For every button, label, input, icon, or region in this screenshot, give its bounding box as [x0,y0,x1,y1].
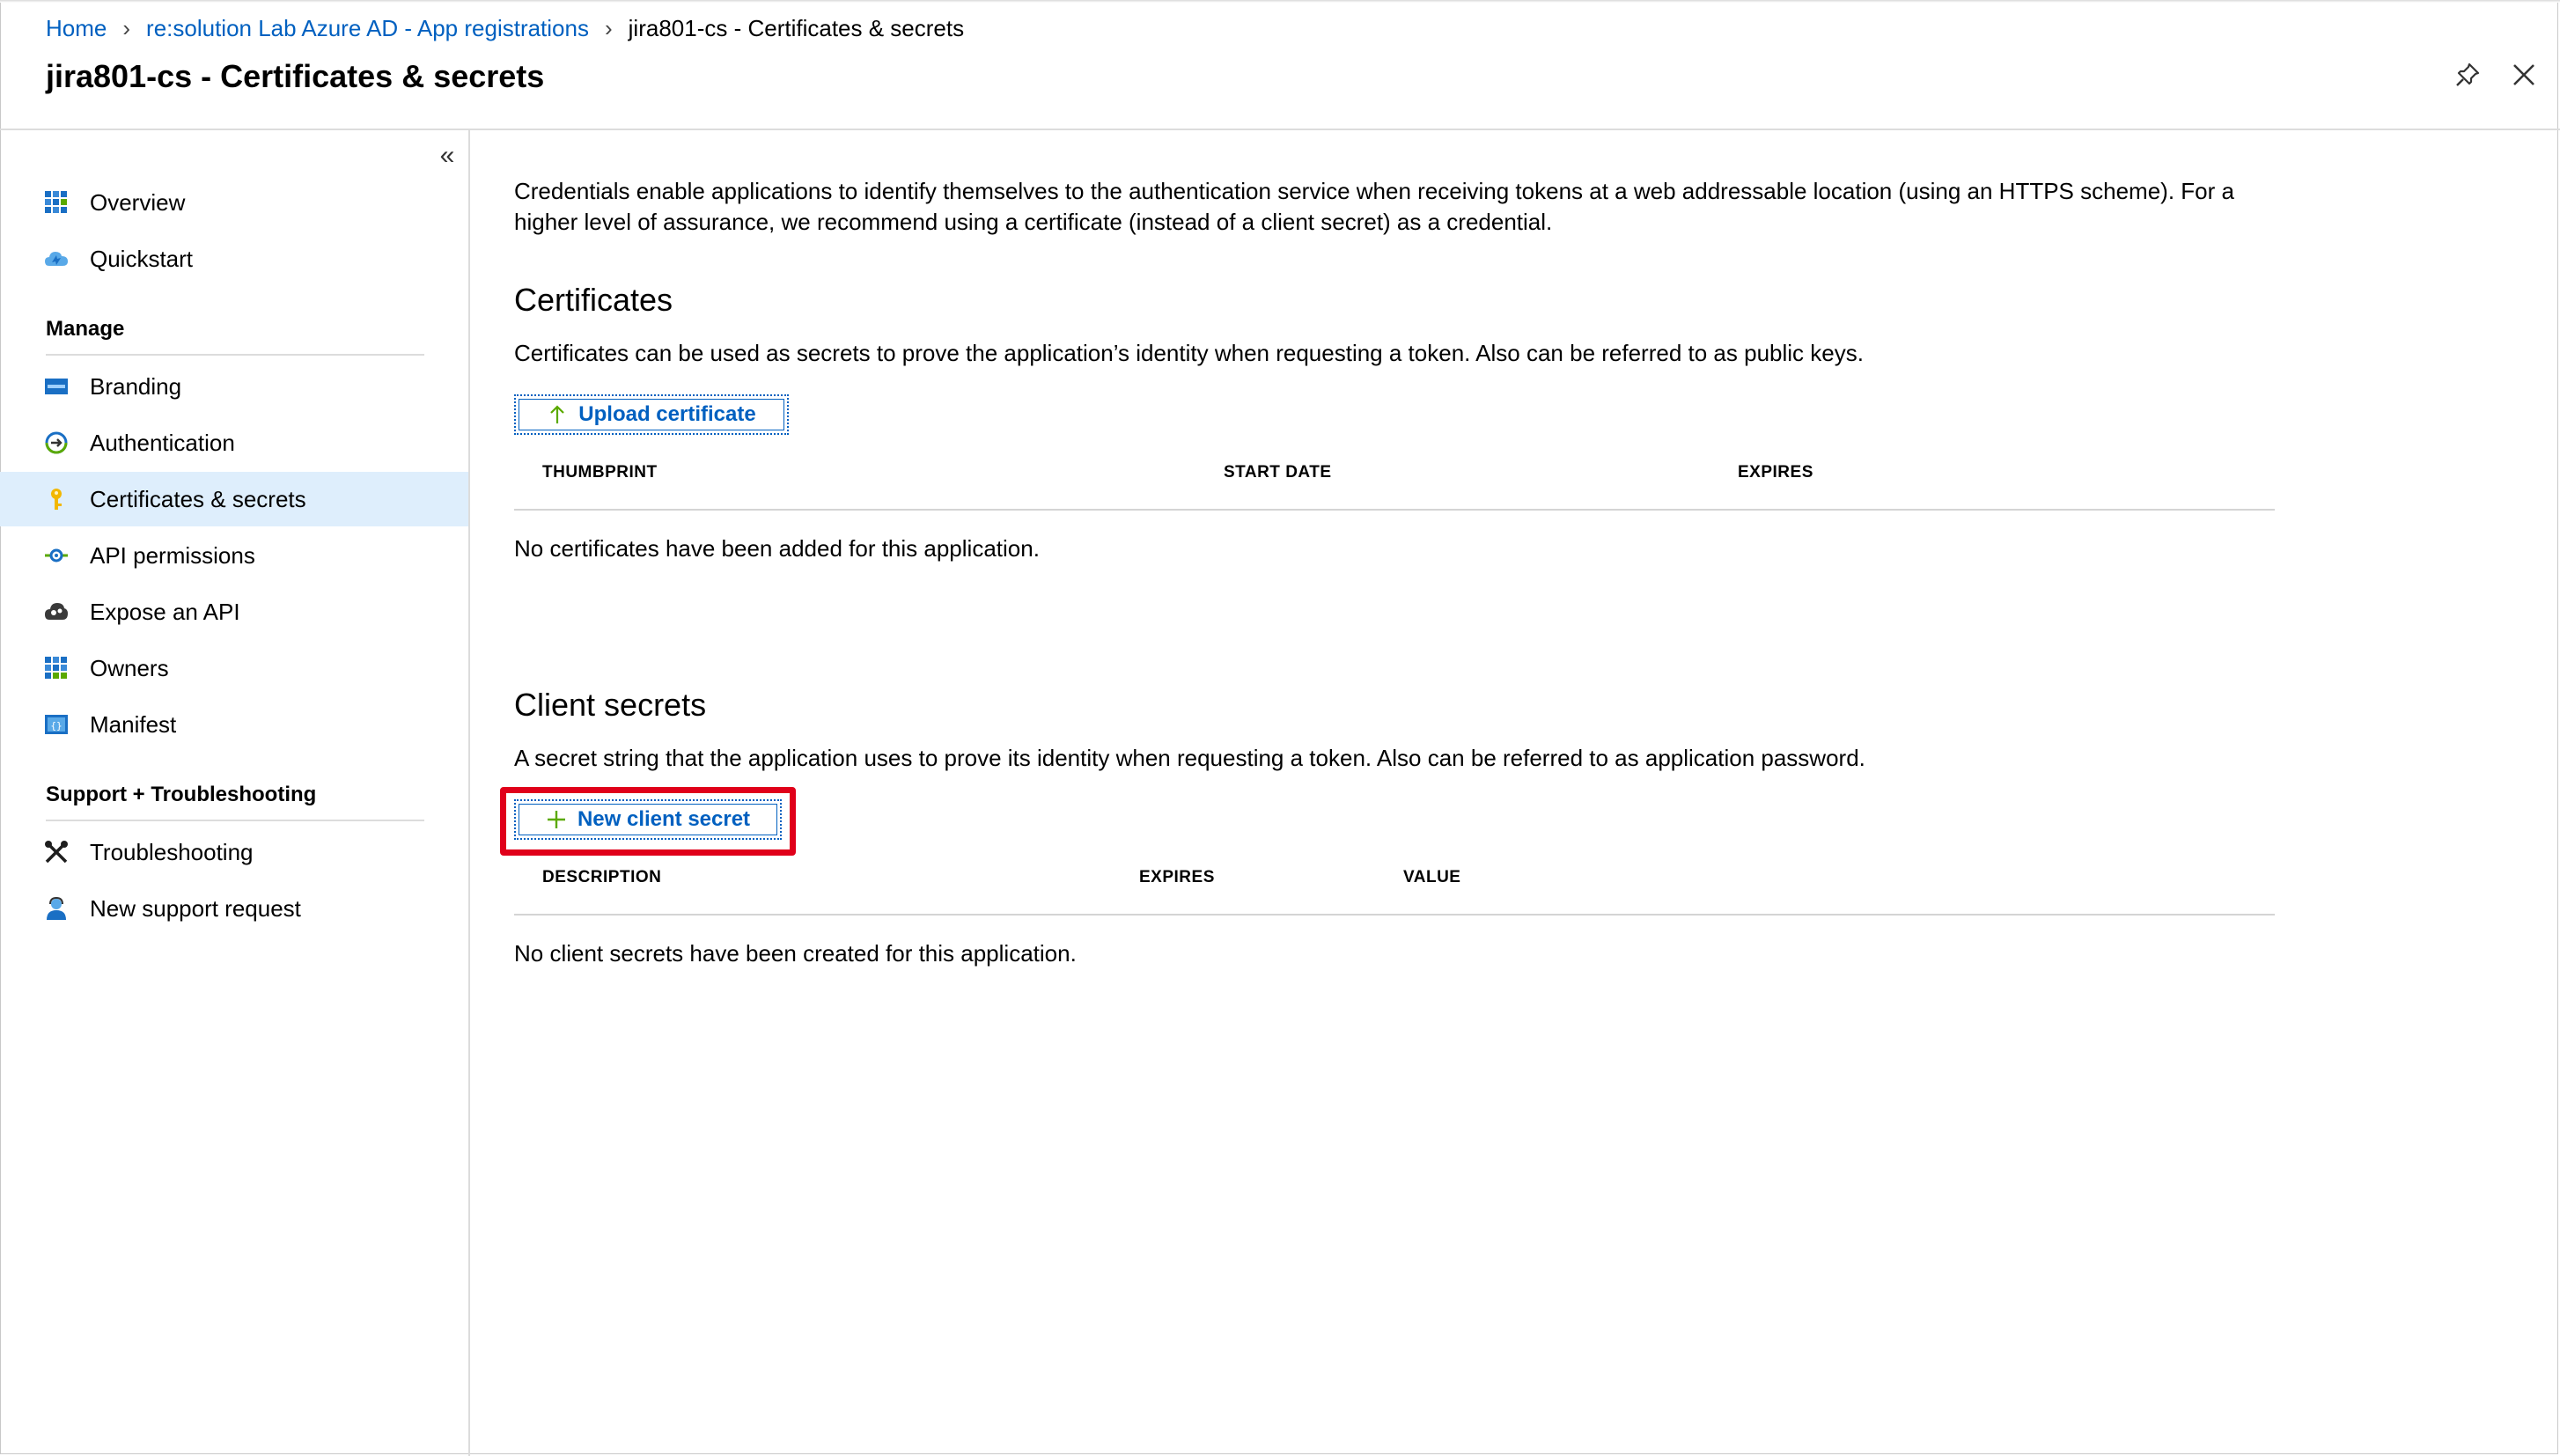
client-secrets-heading: Client secrets [514,687,707,723]
client-secrets-table-divider [514,914,2275,916]
upload-icon [550,405,565,423]
breadcrumb: Home › re:solution Lab Azure AD - App re… [46,12,964,44]
quickstart-cloud-icon [45,252,68,266]
column-header-start-date: START DATE [1224,463,1332,482]
upload-certificate-button[interactable]: Upload certificate [514,394,789,435]
sidebar-item-label: Owners [90,655,169,681]
sidebar-item-manifest[interactable]: {} Manifest [0,697,468,752]
breadcrumb-current: jira801-cs - Certificates & secrets [628,14,965,41]
column-header-expires: EXPIRES [1738,463,1813,482]
top-shadow [0,0,2560,3]
upload-certificate-label: Upload certificate [578,402,756,426]
branding-icon [45,379,68,394]
client-secrets-description: A secret string that the application use… [514,745,1865,771]
expose-api-cloud-icon [45,603,68,620]
sidebar-item-label: Overview [90,189,186,216]
title-actions [2454,62,2537,88]
page-title: jira801-cs - Certificates & secrets [46,58,545,94]
breadcrumb-chevron-icon: › [122,14,131,41]
column-header-expires: EXPIRES [1139,868,1215,886]
support-divider [46,820,424,821]
certificates-description: Certificates can be used as secrets to p… [514,340,1864,366]
sidebar-item-branding[interactable]: Branding [0,359,468,414]
column-header-value: VALUE [1403,868,1461,886]
sidebar-item-expose-api[interactable]: Expose an API [0,585,468,639]
client-secrets-empty-message: No client secrets have been created for … [514,940,1077,967]
svg-text:{}: {} [50,720,62,732]
certificates-table-divider [514,509,2275,511]
new-client-secret-label: New client secret [577,807,751,831]
sidebar-item-label: API permissions [90,542,255,569]
close-icon[interactable] [2511,62,2537,88]
sidebar: « Overview Quickstart Manage Branding Au… [0,130,470,1456]
sidebar-item-api-permissions[interactable]: API permissions [0,528,468,583]
support-heading: Support + Troubleshooting [46,783,317,806]
plus-icon [547,811,565,828]
sidebar-item-label: Manifest [90,711,177,738]
sidebar-item-owners[interactable]: Owners [0,641,468,695]
sidebar-item-label: Quickstart [90,246,194,272]
overview-grid-icon [45,191,67,213]
breadcrumb-chevron-icon: › [604,14,613,41]
sidebar-item-label: Branding [90,373,182,400]
column-header-thumbprint: THUMBPRINT [542,463,658,482]
owners-grid-icon [45,657,67,679]
pin-icon[interactable] [2454,62,2481,88]
support-person-icon [47,896,66,920]
manage-divider [46,354,424,356]
sidebar-item-quickstart[interactable]: Quickstart [0,232,468,286]
sidebar-item-overview[interactable]: Overview [0,175,468,230]
sidebar-item-label: Authentication [90,430,235,456]
sidebar-item-certificates-secrets[interactable]: Certificates & secrets [0,472,468,526]
collapse-sidebar-icon[interactable]: « [435,141,460,171]
column-header-description: DESCRIPTION [542,868,662,886]
certificates-empty-message: No certificates have been added for this… [514,535,1040,562]
key-icon [51,489,62,510]
sidebar-item-authentication[interactable]: Authentication [0,415,468,470]
manage-heading: Manage [46,317,125,341]
sidebar-item-troubleshooting[interactable]: Troubleshooting [0,825,468,879]
sidebar-item-label: Expose an API [90,599,240,625]
breadcrumb-app-registrations-link[interactable]: re:solution Lab Azure AD - App registrat… [146,15,589,42]
sidebar-item-label: Troubleshooting [90,839,254,865]
sidebar-item-label: New support request [90,895,301,922]
authentication-icon [45,431,68,454]
breadcrumb-home-link[interactable]: Home [46,15,107,42]
intro-text: Credentials enable applications to ident… [514,178,2234,235]
api-permissions-icon [45,548,68,563]
sidebar-item-new-support-request[interactable]: New support request [0,881,468,936]
tools-icon [45,841,68,864]
sidebar-item-label: Certificates & secrets [90,486,306,512]
certificates-heading: Certificates [514,282,673,318]
manifest-icon: {} [45,715,68,734]
new-client-secret-button[interactable]: New client secret [514,799,782,840]
